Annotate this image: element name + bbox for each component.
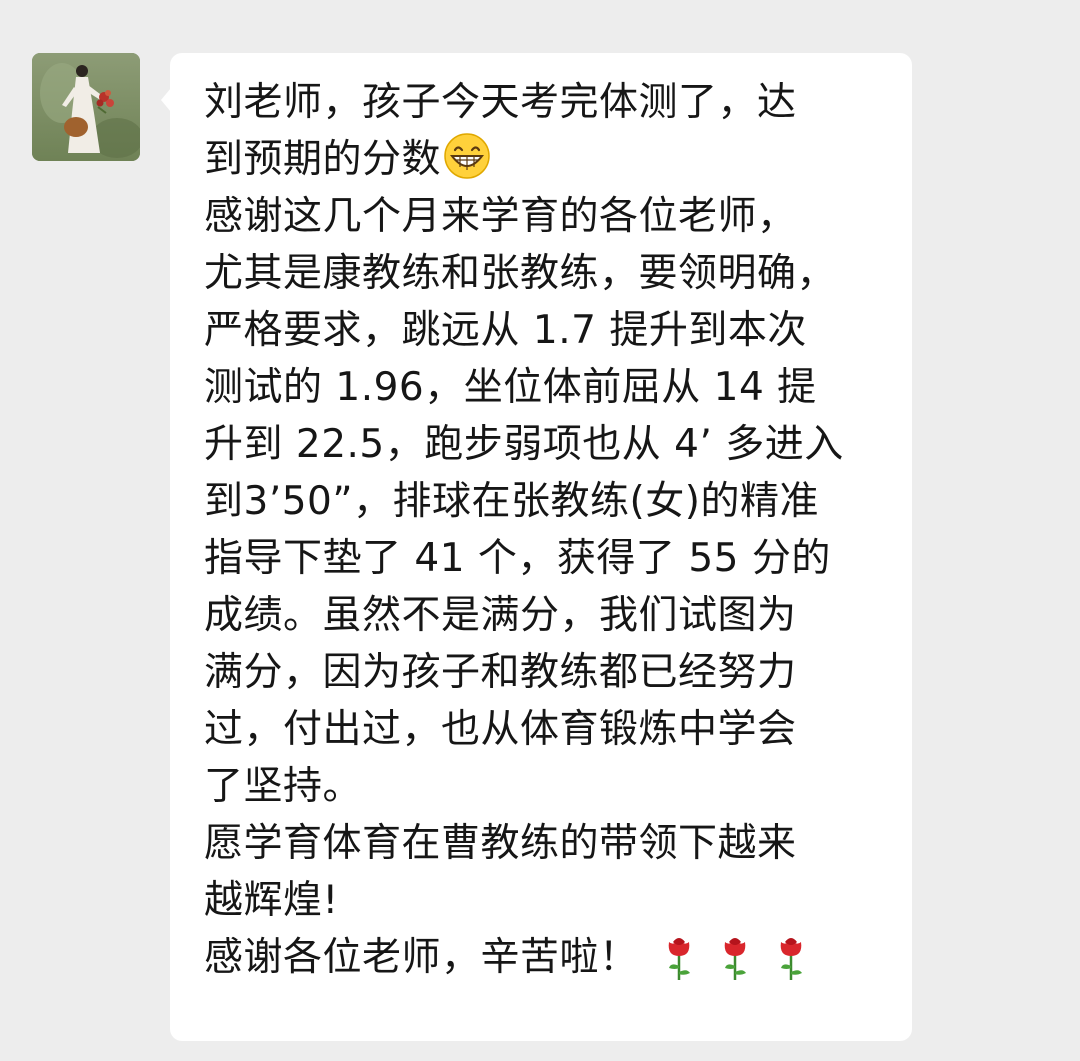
message-line: 愿学育体育在曹教练的带领下越来 <box>204 821 797 866</box>
message-line: 刘老师，孩子今天考完体测了，达 <box>204 80 797 125</box>
message-line: 升到 22.5，跑步弱项也从 4’ 多进入 <box>204 422 844 467</box>
message-line-with-emoji: 到预期的分数 <box>204 131 894 188</box>
message-line-with-roses: 感谢各位老师，辛苦啦！ <box>204 929 894 986</box>
message-line: 满分，因为孩子和教练都已经努力 <box>204 650 797 695</box>
message-line: 成绩。虽然不是满分，我们试图为 <box>204 593 797 638</box>
message-line: 过，付出过，也从体育锻炼中学会 <box>204 707 797 752</box>
message-line: 尤其是康教练和张教练，要领明确， <box>204 251 837 296</box>
message-line: 指导下垫了 41 个，获得了 55 分的 <box>204 536 831 581</box>
message-line: 到3’50”，排球在张教练(女)的精准 <box>204 479 819 524</box>
grinning-face-emoji-icon <box>444 133 490 179</box>
message-line: 到预期的分数 <box>204 137 442 182</box>
rose-emoji-icon <box>724 938 746 980</box>
sender-avatar[interactable] <box>32 53 140 161</box>
message-line: 了坚持。 <box>204 764 363 809</box>
rose-emoji-icon <box>780 938 802 980</box>
message-line: 测试的 1.96，坐位体前屈从 14 提 <box>204 365 817 410</box>
message-line: 严格要求，跳远从 1.7 提升到本次 <box>204 308 807 353</box>
message-line: 感谢这几个月来学育的各位老师， <box>204 194 797 239</box>
rose-emoji-icon <box>668 938 690 980</box>
message-text: 刘老师，孩子今天考完体测了，达 到预期的分数 感谢这几个月来学育的各位老师， 尤… <box>204 74 894 986</box>
message-line: 越辉煌! <box>204 878 339 923</box>
message-line: 感谢各位老师，辛苦啦！ <box>204 935 639 980</box>
